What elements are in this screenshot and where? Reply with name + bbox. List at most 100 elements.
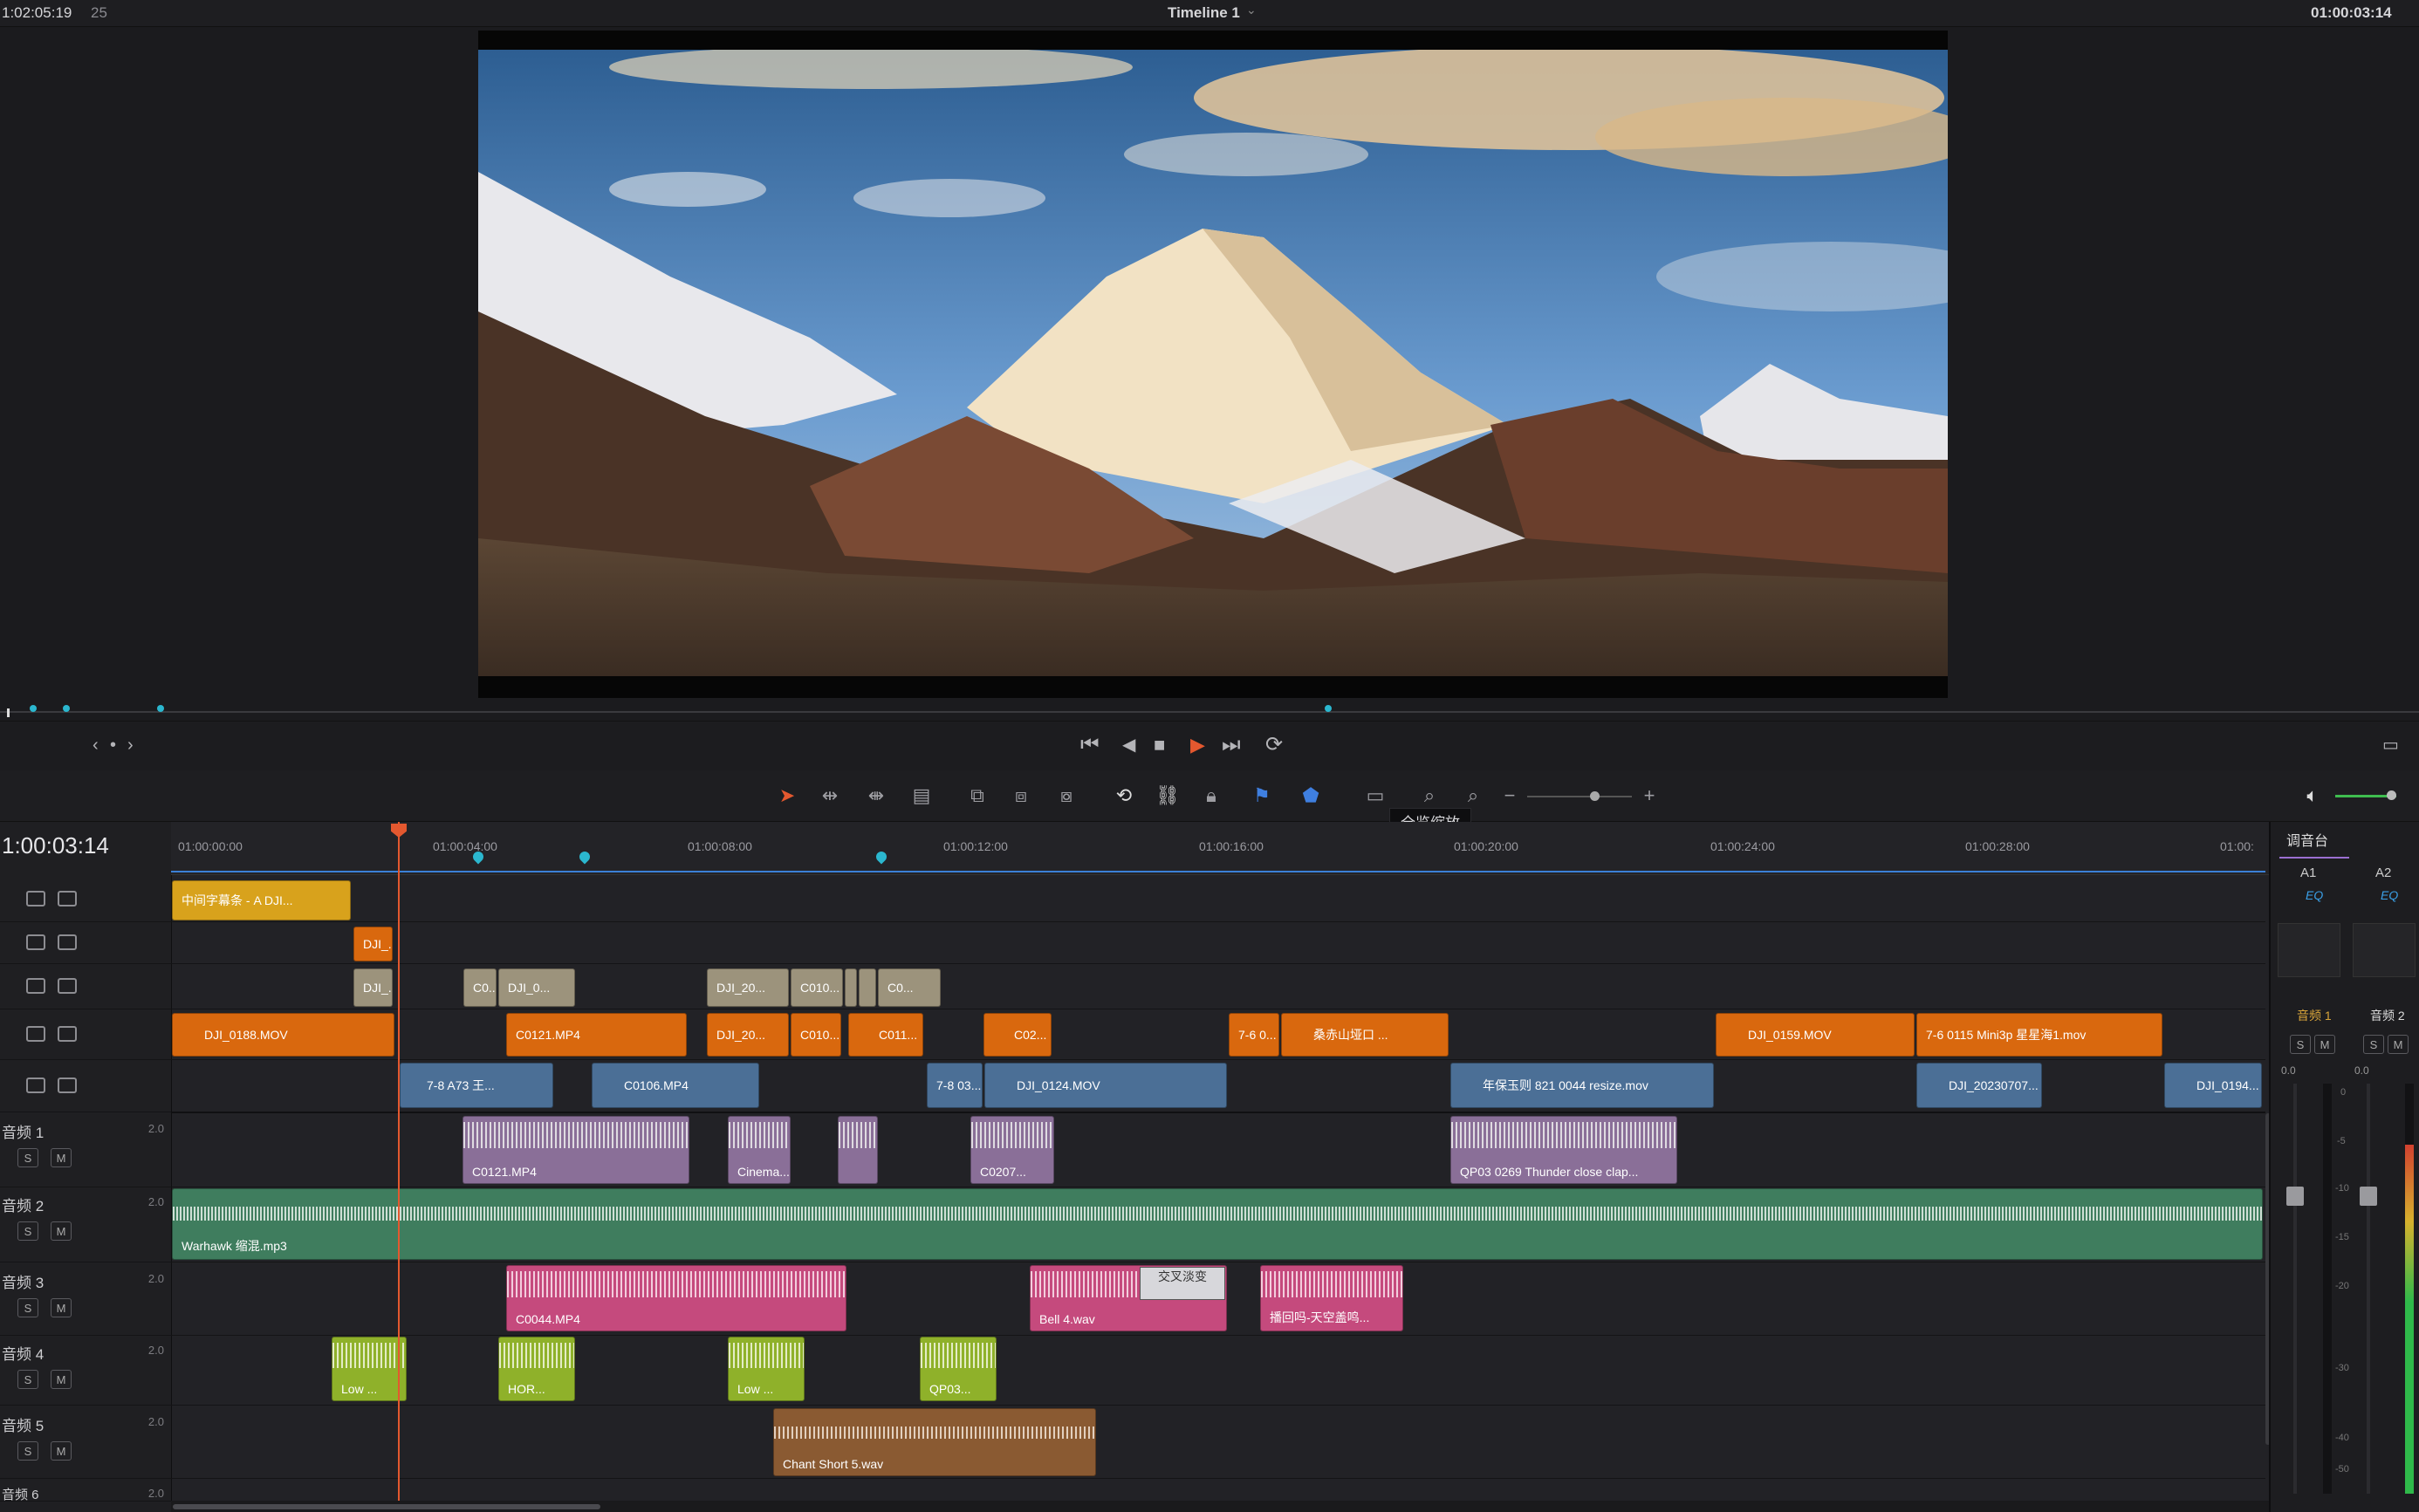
scrub-position[interactable] [7,708,10,717]
stop-icon[interactable]: ■ [1154,732,1165,758]
eq-button[interactable]: EQ [2381,888,2398,902]
go-to-start-icon[interactable]: ⏮ [1080,732,1100,758]
mute-button[interactable]: M [2314,1035,2335,1054]
overwrite-clip-icon[interactable]: ⧈ [1007,783,1035,808]
mute-button[interactable]: M [51,1148,72,1167]
play-icon[interactable]: ▶ [1190,732,1205,758]
audio-clip[interactable]: C0207... [970,1116,1054,1184]
solo-button[interactable]: S [17,1298,38,1317]
timeline-name-dropdown[interactable]: Timeline 1 [1168,4,1240,22]
loop-icon[interactable]: ⟳ [1265,732,1283,758]
pan-control[interactable] [2278,923,2340,977]
solo-button[interactable]: S [17,1441,38,1461]
audio-clip[interactable]: HOR... [498,1337,575,1401]
linked-selection-icon[interactable]: ⛓ [1154,783,1182,808]
video-clip[interactable]: 中间字幕条 - A DJI... [172,880,351,920]
video-clip[interactable]: C0106.MP4 [592,1063,759,1108]
clip-nav-dot[interactable]: • [110,732,116,758]
snapping-icon[interactable]: ⟲ [1110,783,1138,808]
video-clip[interactable]: C0... [463,968,497,1007]
mute-button[interactable]: M [2388,1035,2409,1054]
chevron-down-icon[interactable]: ⌄ [1246,3,1257,17]
audio-clip[interactable]: C0044.MP4 [506,1265,846,1331]
video-clip[interactable] [859,968,876,1007]
video-clip[interactable]: 年保玉则 821 0044 resize.mov [1450,1063,1714,1108]
fader-knob[interactable] [2360,1187,2377,1206]
video-clip[interactable]: 7-8 03... [927,1063,983,1108]
video-clip[interactable]: C010... [791,1013,841,1057]
fader-knob[interactable] [2286,1187,2304,1206]
video-clip[interactable]: DJI_0194... [2164,1063,2262,1108]
trim-tool-icon[interactable]: ⇹ [816,783,844,808]
zoom-out-icon[interactable]: − [1496,783,1524,808]
track-visibility-icon[interactable] [58,891,77,907]
video-clip[interactable] [845,968,857,1007]
fullscreen-icon[interactable]: ▭ [2382,732,2399,758]
next-clip-button[interactable]: › [127,732,134,758]
audio-clip[interactable]: Chant Short 5.wav [773,1408,1096,1476]
insert-clip-icon[interactable]: ⧉ [963,783,991,808]
video-clip[interactable]: DJI_20... [707,1013,789,1057]
audio-clip[interactable]: Low ... [332,1337,407,1401]
video-clip[interactable]: DJI_0... [498,968,575,1007]
auto-select-icon[interactable] [26,891,45,907]
audio-clip[interactable] [838,1116,878,1184]
cross-fade-transition[interactable]: 交叉淡变 [1140,1267,1225,1300]
marker-icon[interactable] [30,705,37,712]
track-visibility-icon[interactable] [58,1026,77,1042]
auto-select-icon[interactable] [26,934,45,950]
marker-flag-icon[interactable]: ⬟ [1297,783,1325,808]
mute-button[interactable]: M [51,1370,72,1389]
timeline-marker-icon[interactable] [874,849,889,865]
zoom-custom-icon[interactable]: ⌕ [1459,783,1487,808]
track-visibility-icon[interactable] [58,978,77,994]
video-clip[interactable]: 7-8 A73 王... [400,1063,553,1108]
video-clip[interactable]: 桑赤山垭口 ... [1281,1013,1449,1057]
timeline-ruler[interactable]: 01:00:00:00 01:00:04:00 01:00:08:00 01:0… [171,822,2269,875]
blade-tool-icon[interactable]: ▤ [908,783,935,808]
video-clip[interactable]: 7-6 0115 Mini3p 星星海1.mov [1916,1013,2162,1057]
marker-icon[interactable] [1325,705,1332,712]
playhead[interactable] [398,822,400,1502]
audio-clip[interactable]: Low ... [728,1337,805,1401]
solo-button[interactable]: S [17,1370,38,1389]
auto-select-icon[interactable] [26,978,45,994]
mute-button[interactable]: M [51,1221,72,1241]
position-lock-icon[interactable]: 🔒︎ [1197,783,1225,808]
viewer-scrub-bar[interactable] [0,705,2419,719]
solo-button[interactable]: S [2363,1035,2384,1054]
prev-clip-button[interactable]: ‹ [93,732,99,758]
track-visibility-icon[interactable] [58,1078,77,1093]
audio-clip[interactable]: 播回吗-天空盖鸣... [1260,1265,1403,1331]
zoom-full-icon[interactable]: ▭ [1361,783,1389,808]
auto-select-icon[interactable] [26,1078,45,1093]
video-clip[interactable]: DJI_... [353,927,393,961]
mute-button[interactable]: M [51,1441,72,1461]
video-clip[interactable]: DJI_0159.MOV [1716,1013,1915,1057]
zoom-slider[interactable] [1527,796,1632,797]
track-visibility-icon[interactable] [58,934,77,950]
auto-select-icon[interactable] [26,1026,45,1042]
video-clip[interactable]: DJI_... [353,968,393,1007]
replace-clip-icon[interactable]: ⧇ [1052,783,1080,808]
fader-track[interactable] [2367,1084,2370,1494]
video-clip[interactable]: DJI_0124.MOV [984,1063,1227,1108]
play-reverse-icon[interactable]: ◀ [1122,732,1135,758]
fader-track[interactable] [2293,1084,2297,1494]
timeline-marker-icon[interactable] [577,849,593,865]
video-clip[interactable]: C011... [848,1013,923,1057]
scrollbar-thumb[interactable] [173,1504,600,1509]
zoom-slider-handle[interactable] [1590,791,1600,801]
audio-clip[interactable]: Warhawk 缩混.mp3 [172,1188,2263,1260]
audio-clip[interactable]: QP03... [920,1337,997,1401]
go-to-end-icon[interactable]: ⏭ [1222,732,1241,758]
video-clip[interactable]: C0121.MP4 [506,1013,687,1057]
timeline-horizontal-scrollbar[interactable] [171,1501,2269,1512]
video-clip[interactable]: DJI_0188.MOV [172,1013,394,1057]
zoom-detail-icon[interactable]: ⌕ [1415,783,1443,808]
video-clip[interactable]: C0... [878,968,941,1007]
video-clip[interactable]: DJI_20230707... [1916,1063,2042,1108]
marker-icon[interactable] [63,705,70,712]
video-clip[interactable]: 7-6 0... [1229,1013,1279,1057]
zoom-in-icon[interactable]: + [1635,783,1663,808]
